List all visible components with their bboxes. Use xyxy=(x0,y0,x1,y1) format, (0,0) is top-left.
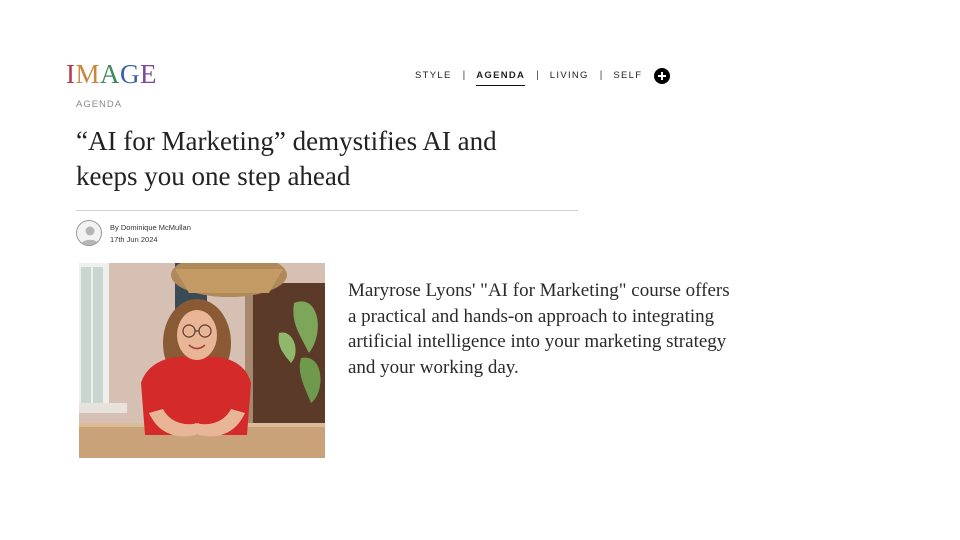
nav-separator: | xyxy=(536,70,539,81)
nav-item-agenda[interactable]: AGENDA xyxy=(476,68,526,86)
logo-letter: A xyxy=(100,59,121,89)
article-intro: Maryrose Lyons' "AI for Marketing" cours… xyxy=(348,280,730,378)
logo-letter: G xyxy=(120,59,141,89)
nav-item-style[interactable]: STYLE xyxy=(415,68,452,86)
logo-letter: M xyxy=(75,59,101,89)
logo-letter: I xyxy=(66,59,76,89)
plus-circle-icon[interactable] xyxy=(654,68,671,84)
nav-separator: | xyxy=(599,70,603,81)
divider xyxy=(76,210,578,211)
logo-letter: E xyxy=(140,59,158,89)
nav-separator: | xyxy=(462,70,466,81)
publish-date: 17th Jun 2024 xyxy=(110,235,158,244)
article-hero-image xyxy=(79,263,325,458)
article-category[interactable]: AGENDA xyxy=(76,99,122,110)
author-avatar-icon[interactable] xyxy=(76,220,102,246)
article-headline: “AI for Marketing” demystifies AI and ke… xyxy=(76,126,497,191)
nav-item-self[interactable]: SELF xyxy=(613,68,642,86)
nav-item-living[interactable]: LIVING xyxy=(550,68,589,86)
author-name[interactable]: By Dominique McMullan xyxy=(110,223,191,232)
site-logo[interactable]: I M A G E xyxy=(66,59,158,89)
main-nav: STYLE | AGENDA | LIVING | SELF xyxy=(415,68,671,86)
